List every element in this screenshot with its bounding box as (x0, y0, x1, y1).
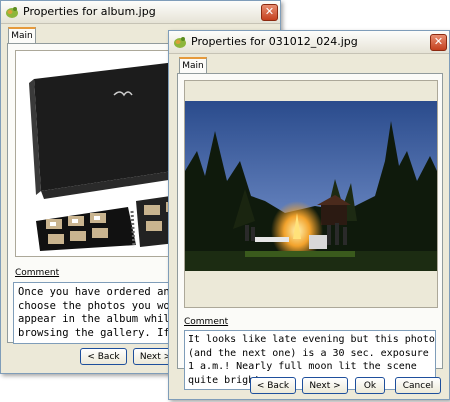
front-window-title: Properties for 031012_024.jpg (191, 35, 358, 48)
comment-line: 1 a.m.! Nearly full moon lit the scene (188, 361, 417, 372)
back-window-titlebar[interactable]: Properties for album.jpg ✕ (1, 1, 280, 24)
close-icon[interactable]: ✕ (430, 34, 447, 51)
photo-app-icon (174, 37, 186, 48)
comment-label: Comment (184, 317, 229, 327)
evening-bonfire-photo (185, 101, 437, 271)
photo-frame (184, 80, 438, 308)
next-button[interactable]: Next > (302, 377, 348, 394)
comment-line: It looks like late evening but this phot… (188, 334, 435, 345)
photo-app-icon (6, 7, 18, 18)
front-properties-window: Properties for 031012_024.jpg ✕ Main Com… (168, 30, 450, 400)
cancel-button[interactable]: Cancel (395, 377, 441, 394)
ok-button[interactable]: Ok (355, 377, 385, 394)
tab-main[interactable]: Main (8, 27, 36, 43)
back-window-title: Properties for album.jpg (23, 5, 156, 18)
back-button[interactable]: < Back (250, 377, 296, 394)
comment-line: (and the next one) is a 30 sec. exposure… (188, 347, 436, 359)
comment-label: Comment (15, 268, 60, 278)
back-button[interactable]: < Back (80, 348, 127, 365)
front-window-titlebar[interactable]: Properties for 031012_024.jpg ✕ (169, 31, 449, 54)
front-main-panel: Comment It looks like late evening but t… (177, 73, 443, 390)
tab-main[interactable]: Main (179, 57, 207, 73)
close-icon[interactable]: ✕ (261, 4, 278, 21)
